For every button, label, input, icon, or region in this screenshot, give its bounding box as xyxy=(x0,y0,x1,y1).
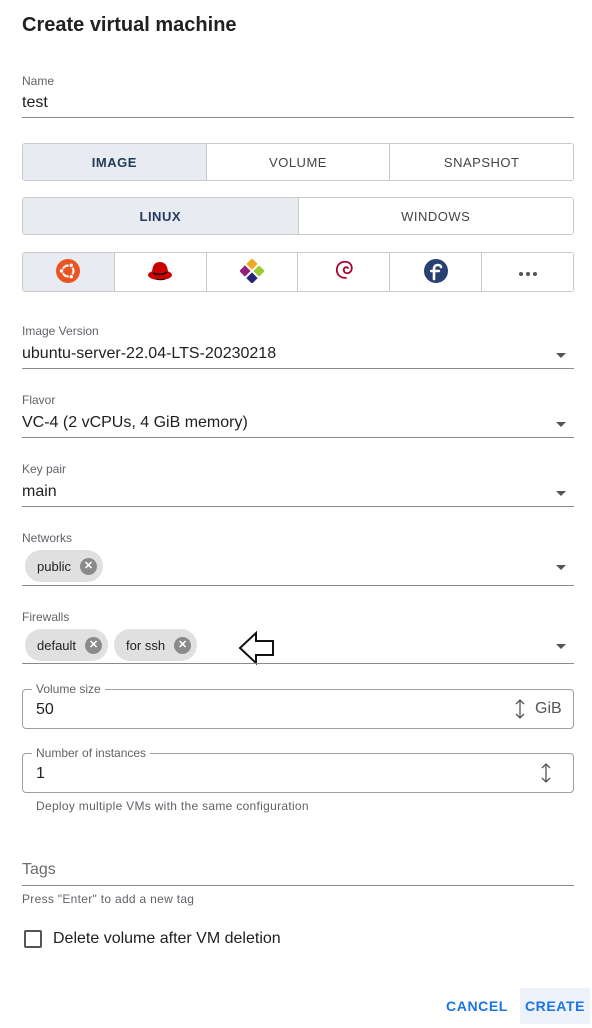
networks-underline xyxy=(22,585,574,586)
distro-selector xyxy=(22,252,574,292)
tab-windows[interactable]: WINDOWS xyxy=(298,198,573,234)
image-version-select[interactable]: ubuntu-server-22.04-LTS-20230218 xyxy=(22,345,276,363)
source-tabs: IMAGE VOLUME SNAPSHOT xyxy=(22,143,574,181)
tab-image[interactable]: IMAGE xyxy=(23,144,207,180)
volume-size-unit: GiB xyxy=(535,700,562,717)
networks-label: Networks xyxy=(22,531,73,545)
firewall-chip: for ssh ✕ xyxy=(114,629,198,661)
ubuntu-icon xyxy=(55,258,81,287)
chip-label: public xyxy=(37,558,71,574)
tags-input[interactable]: Tags xyxy=(22,861,56,879)
more-icon xyxy=(518,265,538,280)
dialog-title: Create virtual machine xyxy=(22,14,237,36)
key-pair-underline xyxy=(22,506,574,507)
tab-volume[interactable]: VOLUME xyxy=(206,144,391,180)
firewall-chip: default ✕ xyxy=(25,629,109,661)
chevron-down-icon[interactable] xyxy=(556,491,566,496)
distro-ubuntu-button[interactable] xyxy=(23,253,115,291)
chip-label: default xyxy=(37,637,77,653)
delete-volume-label: Delete volume after VM deletion xyxy=(53,930,281,947)
centos-icon xyxy=(239,257,265,286)
tags-hint: Press "Enter" to add a new tag xyxy=(22,892,195,906)
distro-redhat-button[interactable] xyxy=(114,253,207,291)
chevron-down-icon[interactable] xyxy=(556,422,566,427)
key-pair-label: Key pair xyxy=(22,462,67,476)
instances-label: Number of instances xyxy=(32,746,151,760)
debian-icon xyxy=(332,258,356,287)
name-underline xyxy=(22,117,574,118)
firewalls-select[interactable]: default ✕ for ssh ✕ xyxy=(25,629,203,661)
firewalls-underline xyxy=(22,663,574,664)
distro-more-button[interactable] xyxy=(482,253,573,291)
arrow-left-icon xyxy=(238,630,276,671)
key-pair-select[interactable]: main xyxy=(22,483,57,501)
flavor-label: Flavor xyxy=(22,393,56,407)
delete-volume-checkbox[interactable] xyxy=(24,930,42,948)
create-button[interactable]: CREATE xyxy=(520,988,590,1024)
chevron-down-icon[interactable] xyxy=(556,565,566,570)
tab-linux[interactable]: LINUX xyxy=(23,198,299,234)
firewalls-label: Firewalls xyxy=(22,610,70,624)
flavor-underline xyxy=(22,437,574,438)
volume-size-label: Volume size xyxy=(32,682,105,696)
distro-debian-button[interactable] xyxy=(298,253,391,291)
volume-size-input[interactable]: 50 xyxy=(36,701,54,719)
name-input[interactable]: test xyxy=(22,94,48,112)
redhat-icon xyxy=(147,259,173,286)
chevron-down-icon[interactable] xyxy=(556,644,566,649)
instances-hint: Deploy multiple VMs with the same config… xyxy=(36,799,309,813)
distro-fedora-button[interactable] xyxy=(390,253,483,291)
os-tabs: LINUX WINDOWS xyxy=(22,197,574,235)
volume-size-field[interactable] xyxy=(22,689,574,729)
chevron-down-icon[interactable] xyxy=(556,353,566,358)
cancel-button[interactable]: CANCEL xyxy=(441,988,513,1024)
image-version-underline xyxy=(22,368,574,369)
close-icon[interactable]: ✕ xyxy=(85,636,103,654)
tab-snapshot[interactable]: SNAPSHOT xyxy=(390,144,573,180)
network-chip: public ✕ xyxy=(25,550,103,582)
instances-input[interactable]: 1 xyxy=(36,765,45,783)
networks-select[interactable]: public ✕ xyxy=(25,550,109,582)
flavor-select[interactable]: VC-4 (2 vCPUs, 4 GiB memory) xyxy=(22,414,248,432)
stepper-icon[interactable] xyxy=(540,762,552,789)
chip-label: for ssh xyxy=(126,637,166,653)
fedora-icon xyxy=(423,258,449,287)
close-icon[interactable]: ✕ xyxy=(79,557,97,575)
tags-underline xyxy=(22,885,574,886)
close-icon[interactable]: ✕ xyxy=(174,636,192,654)
name-label: Name xyxy=(22,74,55,88)
image-version-label: Image Version xyxy=(22,324,99,338)
distro-centos-button[interactable] xyxy=(206,253,299,291)
stepper-icon[interactable] xyxy=(514,698,526,725)
